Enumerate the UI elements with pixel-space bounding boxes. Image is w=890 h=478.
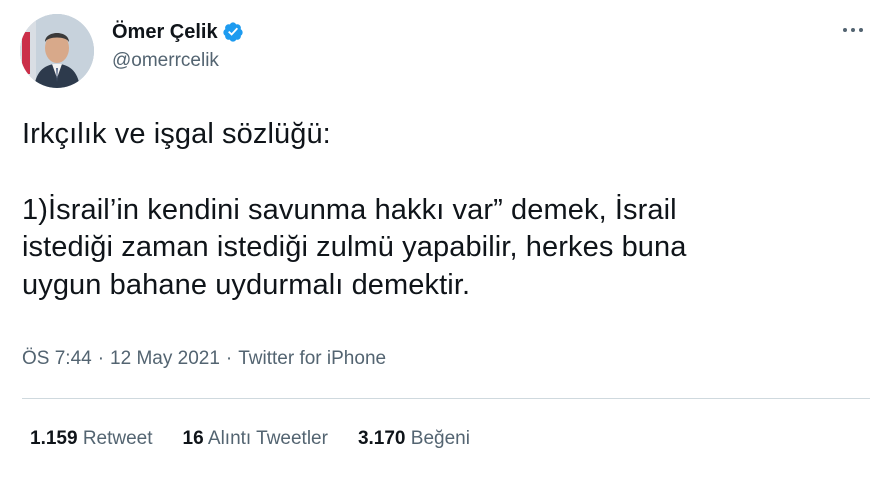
avatar-image — [20, 14, 94, 88]
retweet-count-link[interactable]: 1.159 Retweet — [30, 428, 153, 450]
meta-separator: · — [97, 348, 105, 369]
stat-label: Retweet — [82, 428, 153, 449]
tweet-time[interactable]: ÖS 7:44 — [22, 348, 92, 370]
likes-link[interactable]: 3.170 Beğeni — [358, 428, 470, 450]
author-handle[interactable]: @omerrcelik — [112, 50, 244, 72]
stat-label: Alıntı Tweetler — [207, 428, 328, 449]
tweet-line: istediği zaman istediği zulmü yapabilir,… — [22, 231, 687, 263]
tweet-stats: 1.159 Retweet 16 Alıntı Tweetler 3.170 B… — [30, 428, 500, 450]
quote-tweets-link[interactable]: 16 Alıntı Tweetler — [183, 428, 328, 450]
more-options-icon[interactable] — [838, 18, 868, 42]
verified-badge-icon — [222, 22, 243, 42]
author-display-name[interactable]: Ömer Çelik — [112, 21, 218, 44]
tweet-line: uygun bahane uydurmalı demektir. — [22, 268, 471, 301]
tweet-date[interactable]: 12 May 2021 — [110, 348, 220, 370]
tweet-text: Irkçılık ve işgal sözlüğü: 1)İsrail’in k… — [22, 116, 872, 304]
tweet-meta: ÖS 7:44 · 12 May 2021 · Twitter for iPho… — [22, 348, 386, 370]
tweet-source[interactable]: Twitter for iPhone — [238, 348, 386, 370]
tweet-line: Irkçılık ve işgal sözlüğü: — [22, 118, 331, 150]
stat-label: Beğeni — [410, 428, 470, 449]
tweet-line: 1)İsrail’in kendini savunma hakkı var” d… — [22, 193, 677, 226]
avatar[interactable] — [20, 14, 94, 88]
stat-count: 3.170 — [357, 428, 406, 449]
tweet-header: Ömer Çelik @omerrcelik — [20, 14, 872, 88]
stat-count: 1.159 — [30, 428, 78, 449]
stat-count: 16 — [182, 428, 204, 449]
meta-separator: · — [225, 348, 233, 369]
divider — [22, 398, 870, 399]
author-info: Ömer Çelik @omerrcelik — [112, 18, 244, 72]
